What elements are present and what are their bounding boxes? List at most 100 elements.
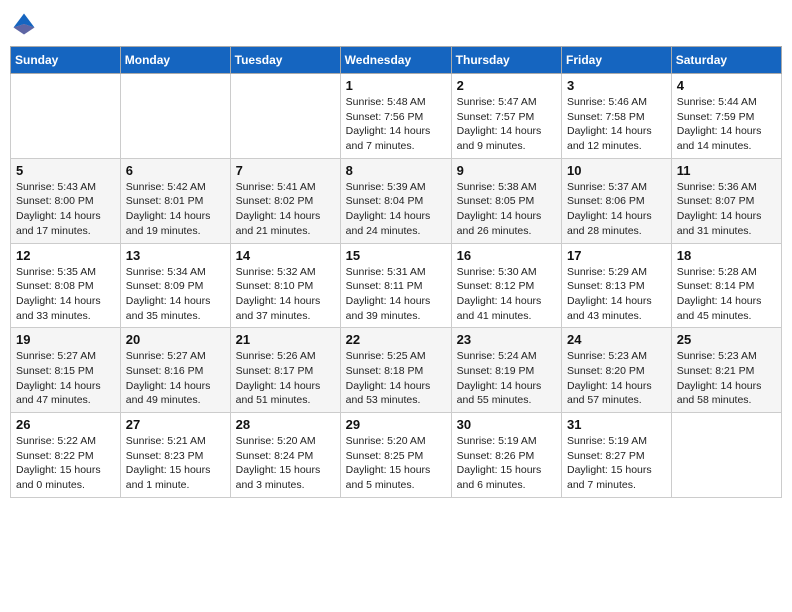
calendar-day-cell: 20 Sunrise: 5:27 AMSunset: 8:16 PMDayligh… bbox=[120, 328, 230, 413]
day-of-week-header: Friday bbox=[562, 47, 672, 74]
day-info: Sunrise: 5:27 AMSunset: 8:16 PMDaylight:… bbox=[126, 349, 225, 408]
day-info: Sunrise: 5:24 AMSunset: 8:19 PMDaylight:… bbox=[457, 349, 556, 408]
day-number: 23 bbox=[457, 332, 556, 347]
day-number: 22 bbox=[346, 332, 446, 347]
calendar-week-row: 19 Sunrise: 5:27 AMSunset: 8:15 PMDayligh… bbox=[11, 328, 782, 413]
calendar-day-cell: 12Sunrise: 5:35 AMSunset: 8:08 PMDayligh… bbox=[11, 243, 121, 328]
calendar-day-cell: 13 Sunrise: 5:34 AMSunset: 8:09 PMDayligh… bbox=[120, 243, 230, 328]
day-number: 12 bbox=[16, 248, 115, 263]
calendar-day-cell: 2Sunrise: 5:47 AMSunset: 7:57 PMDaylight… bbox=[451, 74, 561, 159]
logo bbox=[10, 10, 42, 38]
day-info: Sunrise: 5:29 AMSunset: 8:13 PMDaylight:… bbox=[567, 265, 666, 324]
day-number: 27 bbox=[126, 417, 225, 432]
day-info: Sunrise: 5:21 AMSunset: 8:23 PMDaylight:… bbox=[126, 434, 225, 493]
calendar-header-row: SundayMondayTuesdayWednesdayThursdayFrid… bbox=[11, 47, 782, 74]
page-header bbox=[10, 10, 782, 38]
day-number: 14 bbox=[236, 248, 335, 263]
calendar-day-cell bbox=[671, 413, 781, 498]
logo-icon bbox=[10, 10, 38, 38]
day-info: Sunrise: 5:23 AMSunset: 8:20 PMDaylight:… bbox=[567, 349, 666, 408]
calendar-day-cell: 16 Sunrise: 5:30 AMSunset: 8:12 PMDayligh… bbox=[451, 243, 561, 328]
calendar-day-cell: 17 Sunrise: 5:29 AMSunset: 8:13 PMDayligh… bbox=[562, 243, 672, 328]
day-info: Sunrise: 5:34 AMSunset: 8:09 PMDaylight:… bbox=[126, 265, 225, 324]
calendar-day-cell: 6 Sunrise: 5:42 AMSunset: 8:01 PMDaylight… bbox=[120, 158, 230, 243]
day-number: 1 bbox=[346, 78, 446, 93]
day-number: 24 bbox=[567, 332, 666, 347]
calendar-day-cell: 27 Sunrise: 5:21 AMSunset: 8:23 PMDayligh… bbox=[120, 413, 230, 498]
calendar-day-cell: 19 Sunrise: 5:27 AMSunset: 8:15 PMDayligh… bbox=[11, 328, 121, 413]
day-number: 13 bbox=[126, 248, 225, 263]
calendar: SundayMondayTuesdayWednesdayThursdayFrid… bbox=[10, 46, 782, 498]
calendar-day-cell: 10 Sunrise: 5:37 AMSunset: 8:06 PMDayligh… bbox=[562, 158, 672, 243]
day-info: Sunrise: 5:28 AMSunset: 8:14 PMDaylight:… bbox=[677, 265, 776, 324]
calendar-day-cell: 24 Sunrise: 5:23 AMSunset: 8:20 PMDayligh… bbox=[562, 328, 672, 413]
day-info: Sunrise: 5:44 AMSunset: 7:59 PMDaylight:… bbox=[677, 95, 776, 154]
day-number: 31 bbox=[567, 417, 666, 432]
calendar-day-cell: 14 Sunrise: 5:32 AMSunset: 8:10 PMDayligh… bbox=[230, 243, 340, 328]
day-info: Sunrise: 5:31 AMSunset: 8:11 PMDaylight:… bbox=[346, 265, 446, 324]
calendar-week-row: 12Sunrise: 5:35 AMSunset: 8:08 PMDayligh… bbox=[11, 243, 782, 328]
day-of-week-header: Saturday bbox=[671, 47, 781, 74]
day-info: Sunrise: 5:32 AMSunset: 8:10 PMDaylight:… bbox=[236, 265, 335, 324]
calendar-day-cell: 11Sunrise: 5:36 AMSunset: 8:07 PMDayligh… bbox=[671, 158, 781, 243]
day-number: 9 bbox=[457, 163, 556, 178]
day-number: 29 bbox=[346, 417, 446, 432]
day-of-week-header: Thursday bbox=[451, 47, 561, 74]
calendar-day-cell: 29Sunrise: 5:20 AMSunset: 8:25 PMDayligh… bbox=[340, 413, 451, 498]
calendar-day-cell: 31 Sunrise: 5:19 AMSunset: 8:27 PMDayligh… bbox=[562, 413, 672, 498]
day-info: Sunrise: 5:20 AMSunset: 8:24 PMDaylight:… bbox=[236, 434, 335, 493]
day-info: Sunrise: 5:42 AMSunset: 8:01 PMDaylight:… bbox=[126, 180, 225, 239]
calendar-week-row: 26Sunrise: 5:22 AMSunset: 8:22 PMDayligh… bbox=[11, 413, 782, 498]
day-number: 18 bbox=[677, 248, 776, 263]
day-number: 2 bbox=[457, 78, 556, 93]
calendar-day-cell: 18 Sunrise: 5:28 AMSunset: 8:14 PMDayligh… bbox=[671, 243, 781, 328]
day-info: Sunrise: 5:38 AMSunset: 8:05 PMDaylight:… bbox=[457, 180, 556, 239]
day-number: 7 bbox=[236, 163, 335, 178]
calendar-week-row: 5Sunrise: 5:43 AMSunset: 8:00 PMDaylight… bbox=[11, 158, 782, 243]
calendar-day-cell: 15Sunrise: 5:31 AMSunset: 8:11 PMDayligh… bbox=[340, 243, 451, 328]
day-info: Sunrise: 5:26 AMSunset: 8:17 PMDaylight:… bbox=[236, 349, 335, 408]
day-number: 19 bbox=[16, 332, 115, 347]
day-info: Sunrise: 5:30 AMSunset: 8:12 PMDaylight:… bbox=[457, 265, 556, 324]
day-number: 10 bbox=[567, 163, 666, 178]
calendar-day-cell bbox=[230, 74, 340, 159]
calendar-week-row: 1 Sunrise: 5:48 AMSunset: 7:56 PMDaylight… bbox=[11, 74, 782, 159]
day-info: Sunrise: 5:27 AMSunset: 8:15 PMDaylight:… bbox=[16, 349, 115, 408]
day-number: 4 bbox=[677, 78, 776, 93]
calendar-day-cell: 22Sunrise: 5:25 AMSunset: 8:18 PMDayligh… bbox=[340, 328, 451, 413]
day-info: Sunrise: 5:22 AMSunset: 8:22 PMDaylight:… bbox=[16, 434, 115, 493]
day-number: 17 bbox=[567, 248, 666, 263]
day-number: 20 bbox=[126, 332, 225, 347]
day-number: 16 bbox=[457, 248, 556, 263]
day-number: 3 bbox=[567, 78, 666, 93]
calendar-day-cell: 3Sunrise: 5:46 AMSunset: 7:58 PMDaylight… bbox=[562, 74, 672, 159]
day-info: Sunrise: 5:19 AMSunset: 8:26 PMDaylight:… bbox=[457, 434, 556, 493]
day-info: Sunrise: 5:43 AMSunset: 8:00 PMDaylight:… bbox=[16, 180, 115, 239]
day-number: 6 bbox=[126, 163, 225, 178]
calendar-day-cell: 4 Sunrise: 5:44 AMSunset: 7:59 PMDaylight… bbox=[671, 74, 781, 159]
day-info: Sunrise: 5:39 AMSunset: 8:04 PMDaylight:… bbox=[346, 180, 446, 239]
calendar-day-cell: 28Sunrise: 5:20 AMSunset: 8:24 PMDayligh… bbox=[230, 413, 340, 498]
day-of-week-header: Tuesday bbox=[230, 47, 340, 74]
calendar-day-cell: 25 Sunrise: 5:23 AMSunset: 8:21 PMDayligh… bbox=[671, 328, 781, 413]
calendar-day-cell: 9 Sunrise: 5:38 AMSunset: 8:05 PMDaylight… bbox=[451, 158, 561, 243]
calendar-day-cell: 30 Sunrise: 5:19 AMSunset: 8:26 PMDayligh… bbox=[451, 413, 561, 498]
calendar-day-cell bbox=[11, 74, 121, 159]
day-of-week-header: Monday bbox=[120, 47, 230, 74]
calendar-day-cell: 26Sunrise: 5:22 AMSunset: 8:22 PMDayligh… bbox=[11, 413, 121, 498]
calendar-day-cell: 21 Sunrise: 5:26 AMSunset: 8:17 PMDayligh… bbox=[230, 328, 340, 413]
day-info: Sunrise: 5:48 AMSunset: 7:56 PMDaylight:… bbox=[346, 95, 446, 154]
day-number: 25 bbox=[677, 332, 776, 347]
day-info: Sunrise: 5:19 AMSunset: 8:27 PMDaylight:… bbox=[567, 434, 666, 493]
day-number: 30 bbox=[457, 417, 556, 432]
day-info: Sunrise: 5:37 AMSunset: 8:06 PMDaylight:… bbox=[567, 180, 666, 239]
day-info: Sunrise: 5:36 AMSunset: 8:07 PMDaylight:… bbox=[677, 180, 776, 239]
day-of-week-header: Sunday bbox=[11, 47, 121, 74]
calendar-day-cell: 1 Sunrise: 5:48 AMSunset: 7:56 PMDaylight… bbox=[340, 74, 451, 159]
calendar-day-cell: 23 Sunrise: 5:24 AMSunset: 8:19 PMDayligh… bbox=[451, 328, 561, 413]
day-of-week-header: Wednesday bbox=[340, 47, 451, 74]
calendar-day-cell: 7Sunrise: 5:41 AMSunset: 8:02 PMDaylight… bbox=[230, 158, 340, 243]
calendar-day-cell bbox=[120, 74, 230, 159]
day-number: 21 bbox=[236, 332, 335, 347]
day-info: Sunrise: 5:23 AMSunset: 8:21 PMDaylight:… bbox=[677, 349, 776, 408]
